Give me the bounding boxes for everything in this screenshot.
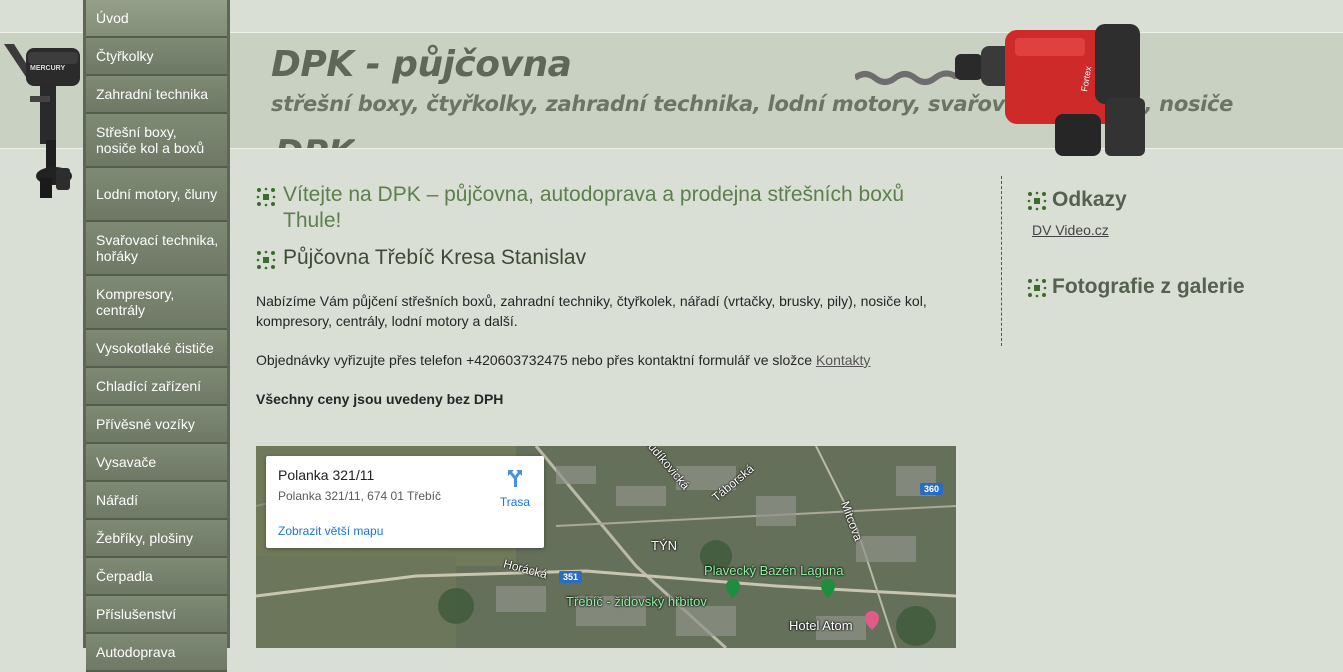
sidebar-item-zebriky[interactable]: Žebříky, plošiny [86,520,227,558]
orders-text: Objednávky vyřizujte přes telefon +42060… [256,352,816,368]
column-divider [1001,176,1002,346]
welcome-heading: Vítejte na DPK – půjčovna, autodoprava a… [256,182,956,234]
orders-paragraph: Objednávky vyřizujte přes telefon +42060… [256,350,956,370]
sidebar-item-lodni-motory[interactable]: Lodní motory, čluny [86,168,227,222]
section-heading: Půjčovna Třebíč Kresa Stanislav [256,245,956,271]
sidebar-item-vysokotlake-cistice[interactable]: Vysokotlaké čističe [86,330,227,368]
directions-icon [508,470,522,487]
intro-paragraph: Nabízíme Vám půjčení střešních boxů, zah… [256,293,927,329]
map-place-title: Polanka 321/11 [278,467,375,483]
outboard-motor-image: MERCURY [4,44,80,198]
map-label-bazen[interactable]: Plavecký Bazén Laguna [704,563,843,578]
map-label-tyn: TÝN [651,538,677,553]
site-title-ghost: DPK [275,138,355,148]
map-label-hrbitov[interactable]: Třebíč - židovský hřbitov [566,594,707,609]
sidebar-item-vysavace[interactable]: Vysavače [86,444,227,482]
embedded-map[interactable]: Budíkovická Táborská Mitcova TÝN Horácká… [256,446,956,648]
vat-note: Všechny ceny jsou uvedeny bez DPH [256,391,504,407]
site-title: DPK - půjčovna [271,44,572,85]
gallery-heading: Fotografie z galerie [1027,275,1245,299]
map-label-hotel[interactable]: Hotel Atom [789,618,853,633]
route-label: Trasa [499,495,531,509]
map-place-card: Polanka 321/11 Polanka 321/11, 674 01 Tř… [266,456,544,548]
bigger-map-link[interactable]: Zobrazit větší mapu [278,524,383,538]
bullet-icon [256,250,276,270]
drill-image: Fortex [855,24,1145,156]
section-heading-text: Půjčovna Třebíč Kresa Stanislav [283,246,587,269]
motor-brand-label: MERCURY [30,65,65,72]
welcome-heading-text: Vítejte na DPK – půjčovna, autodoprava a… [283,183,905,232]
sidebar-item-stresni-boxy[interactable]: Střešní boxy, nosiče kol a boxů [86,114,227,168]
sidebar-item-ctyrkolky[interactable]: Čtyřkolky [86,38,227,76]
main-content: Vítejte na DPK – půjčovna, autodoprava a… [256,182,956,409]
sidebar-item-cerpadla[interactable]: Čerpadla [86,558,227,596]
links-heading: Odkazy [1027,188,1127,212]
sidebar-item-autodoprava[interactable]: Autodoprava [86,634,227,672]
sidebar-item-svarovaci-technika[interactable]: Svařovací technika, hořáky [86,222,227,276]
sidebar-item-naradi[interactable]: Nářadí [86,482,227,520]
sidebar-item-chladici-zarizeni[interactable]: Chladící zařízení [86,368,227,406]
map-place-address: Polanka 321/11, 674 01 Třebíč [278,489,442,503]
bullet-icon [1027,278,1047,298]
dv-video-link[interactable]: DV Video.cz [1032,222,1109,238]
sidebar-item-zahradni-technika[interactable]: Zahradní technika [86,76,227,114]
links-heading-text: Odkazy [1052,188,1127,211]
road-badge-360: 360 [920,483,944,495]
sidebar-item-uvod[interactable]: Úvod [86,0,227,38]
route-button[interactable]: Trasa [494,468,536,509]
gallery-heading-text: Fotografie z galerie [1052,275,1245,298]
contacts-link[interactable]: Kontakty [816,352,870,368]
sidebar-item-prislusenstvi[interactable]: Příslušenství [86,596,227,634]
sidebar-item-privesne-voziky[interactable]: Přívěsné vozíky [86,406,227,444]
bullet-icon [1027,191,1047,211]
bullet-icon [256,187,276,207]
road-badge-351: 351 [559,571,583,583]
sidebar-item-kompresory[interactable]: Kompresory, centrály [86,276,227,330]
sidebar-nav: Úvod Čtyřkolky Zahradní technika Střešní… [83,0,230,672]
